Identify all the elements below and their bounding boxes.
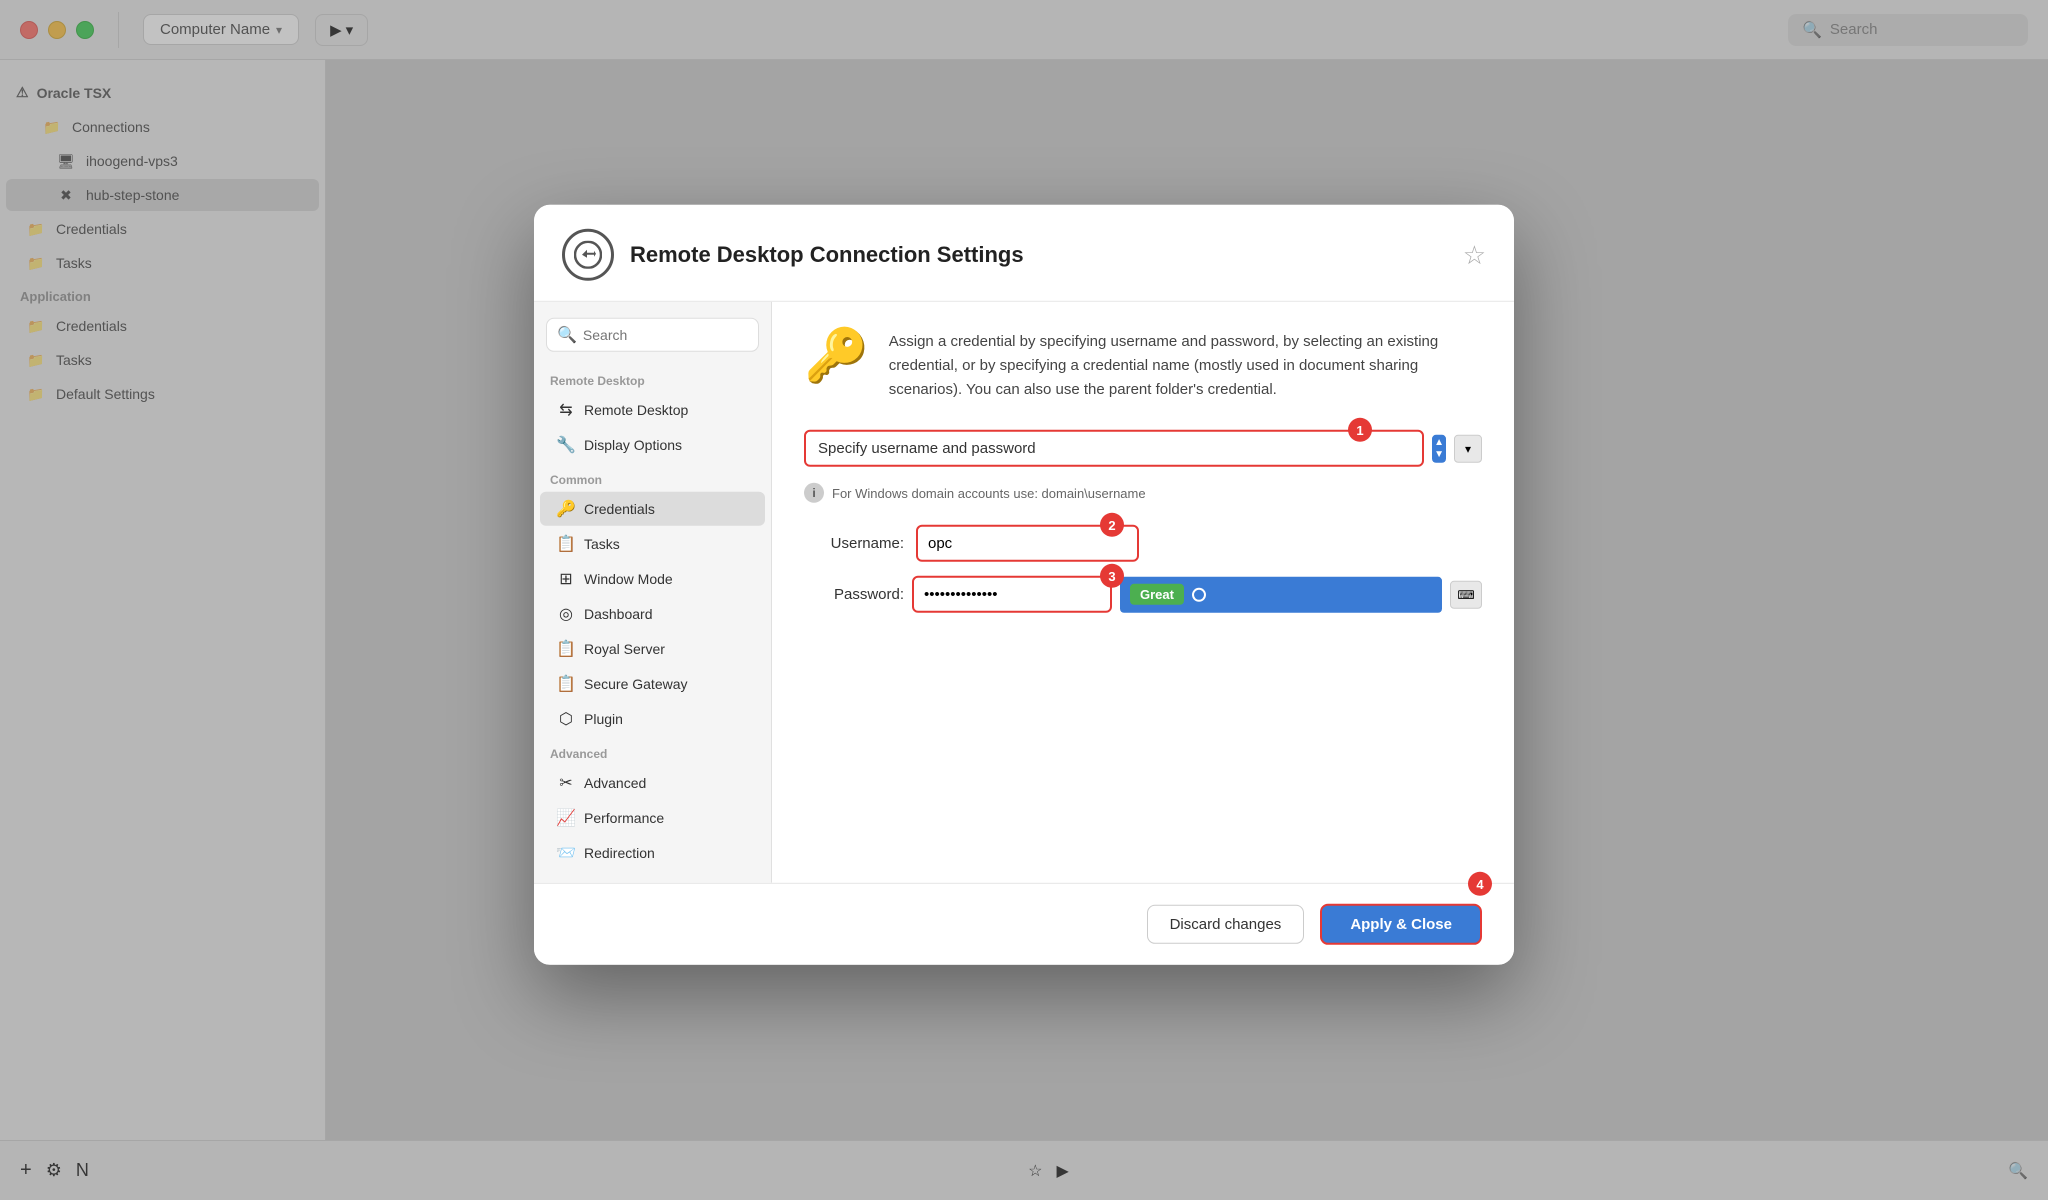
credential-type-dropdown[interactable]: Specify username and password — [804, 430, 1424, 467]
modal-search[interactable]: 🔍 — [546, 318, 759, 352]
ms-item-label: Advanced — [584, 775, 646, 791]
ms-item-remote-desktop[interactable]: ⇆ Remote Desktop — [540, 393, 765, 427]
rdp-small-icon: ⇆ — [556, 400, 576, 420]
modal-body: 🔍 Remote Desktop ⇆ Remote Desktop 🔧 Disp… — [534, 302, 1514, 883]
keyboard-icon[interactable]: ⌨ — [1450, 580, 1482, 608]
dashboard-icon: ◎ — [556, 604, 576, 624]
ms-item-label: Royal Server — [584, 641, 665, 657]
info-text: For Windows domain accounts use: domain\… — [832, 485, 1146, 500]
discard-button[interactable]: Discard changes — [1147, 905, 1305, 944]
ms-item-performance[interactable]: 📈 Performance — [540, 801, 765, 835]
apply-close-button[interactable]: Apply & Close — [1320, 904, 1482, 945]
password-input[interactable] — [912, 576, 1112, 613]
ms-item-label: Secure Gateway — [584, 676, 688, 692]
group-label-advanced: Advanced — [534, 737, 771, 765]
modal-header: Remote Desktop Connection Settings ☆ — [534, 205, 1514, 302]
modal-main: 🔑 Assign a credential by specifying user… — [772, 302, 1514, 883]
ms-item-tasks[interactable]: 📋 Tasks — [540, 527, 765, 561]
search-icon: 🔍 — [557, 325, 577, 345]
ms-item-redirection[interactable]: 📨 Redirection — [540, 836, 765, 870]
redirection-icon: 📨 — [556, 843, 576, 863]
key-icon: 🔑 — [556, 499, 576, 519]
modal-footer: Discard changes Apply & Close 4 — [534, 883, 1514, 965]
ms-item-window-mode[interactable]: ⊞ Window Mode — [540, 562, 765, 596]
ms-item-plugin[interactable]: ⬡ Plugin — [540, 702, 765, 736]
dropdown-value: Specify username and password — [818, 440, 1036, 457]
tasks-icon: 📋 — [556, 534, 576, 554]
ms-item-secure-gateway[interactable]: 📋 Secure Gateway — [540, 667, 765, 701]
key-large-icon: 🔑 — [804, 330, 869, 402]
ms-item-advanced[interactable]: ✂ Advanced — [540, 766, 765, 800]
ms-item-credentials[interactable]: 🔑 Credentials — [540, 492, 765, 526]
ms-item-display-options[interactable]: 🔧 Display Options — [540, 428, 765, 462]
modal-dialog: Remote Desktop Connection Settings ☆ 🔍 R… — [534, 205, 1514, 965]
password-row: Password: Great ⌨ 3 — [804, 576, 1482, 613]
favorite-icon[interactable]: ☆ — [1463, 239, 1486, 270]
credential-intro: 🔑 Assign a credential by specifying user… — [804, 330, 1482, 402]
royal-server-icon: 📋 — [556, 639, 576, 659]
performance-icon: 📈 — [556, 808, 576, 828]
password-dot — [1192, 587, 1206, 601]
secure-gateway-icon: 📋 — [556, 674, 576, 694]
rdp-icon — [562, 229, 614, 281]
ms-item-label: Remote Desktop — [584, 402, 688, 418]
credential-type-row: Specify username and password ▲ ▼ ▾ 1 — [804, 430, 1482, 467]
ms-item-dashboard[interactable]: ◎ Dashboard — [540, 597, 765, 631]
step-badge-2: 2 — [1100, 513, 1124, 537]
username-label: Username: — [804, 535, 904, 552]
group-label-common: Common — [534, 463, 771, 491]
modal-search-input[interactable] — [583, 327, 748, 343]
stepper-up-icon[interactable]: ▲ — [1434, 436, 1444, 448]
plugin-icon: ⬡ — [556, 709, 576, 729]
ms-item-label: Redirection — [584, 845, 655, 861]
step-badge-3: 3 — [1100, 564, 1124, 588]
ms-item-label: Display Options — [584, 437, 682, 453]
window-icon: ⊞ — [556, 569, 576, 589]
modal-sidebar: 🔍 Remote Desktop ⇆ Remote Desktop 🔧 Disp… — [534, 302, 772, 883]
ms-item-label: Window Mode — [584, 571, 673, 587]
advanced-icon: ✂ — [556, 773, 576, 793]
password-label: Password: — [804, 586, 904, 603]
ms-item-label: Tasks — [584, 536, 620, 552]
password-strength-bar: Great — [1120, 576, 1442, 612]
username-row: Username: 2 — [804, 525, 1482, 562]
dropdown-caret[interactable]: ▾ — [1454, 434, 1482, 462]
ms-item-label: Performance — [584, 810, 664, 826]
step-badge-4: 4 — [1468, 872, 1492, 896]
display-icon: 🔧 — [556, 435, 576, 455]
stepper-down-icon[interactable]: ▼ — [1434, 448, 1444, 460]
info-row: i For Windows domain accounts use: domai… — [804, 483, 1482, 503]
credential-description: Assign a credential by specifying userna… — [889, 330, 1482, 402]
password-input-wrap — [912, 576, 1112, 613]
step-badge-1: 1 — [1348, 418, 1372, 442]
password-strength-label: Great — [1130, 584, 1184, 605]
ms-item-royal-server[interactable]: 📋 Royal Server — [540, 632, 765, 666]
ms-item-label: Dashboard — [584, 606, 653, 622]
modal-title: Remote Desktop Connection Settings — [630, 242, 1024, 268]
dropdown-stepper[interactable]: ▲ ▼ — [1432, 434, 1446, 462]
info-icon: i — [804, 483, 824, 503]
group-label-remote-desktop: Remote Desktop — [534, 364, 771, 392]
ms-item-label: Plugin — [584, 711, 623, 727]
ms-item-label: Credentials — [584, 501, 655, 517]
